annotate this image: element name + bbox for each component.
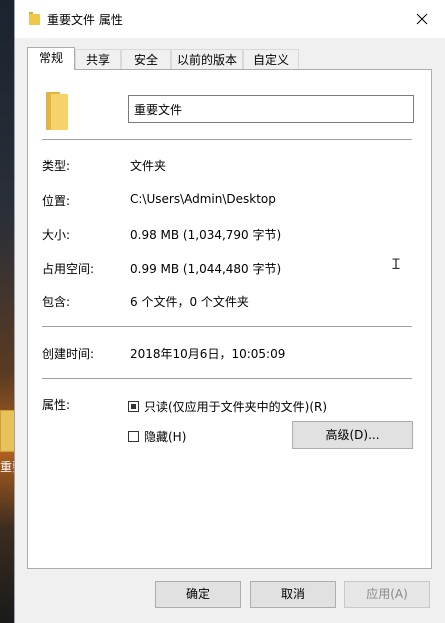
created-label: 创建时间: [42,347,95,361]
size-on-disk-label: 占用空间: [42,262,95,276]
folder-icon [46,92,68,130]
size-label: 大小: [42,228,71,242]
ok-button[interactable]: 确定 [155,581,241,608]
tab-previous-versions[interactable]: 以前的版本 [171,49,243,69]
type-label: 类型: [42,159,71,173]
size-value: 0.98 MB (1,034,790 字节) [130,228,282,242]
created-value: 2018年10月6日，10:05:09 [130,347,286,361]
hidden-checkbox[interactable] [128,431,139,442]
apply-button[interactable]: 应用(A) [344,581,430,608]
contains-label: 包含: [42,295,71,309]
advanced-button[interactable]: 高级(D)... [292,421,413,449]
tab-security[interactable]: 安全 [121,49,171,69]
location-value: C:\Users\Admin\Desktop [130,192,276,206]
readonly-label[interactable]: 只读(仅应用于文件夹中的文件)(R) [144,398,327,415]
hidden-label[interactable]: 隐藏(H) [144,428,186,445]
readonly-checkbox[interactable] [128,401,139,412]
close-icon [416,13,428,25]
tab-customize[interactable]: 自定义 [243,49,299,69]
divider [42,378,412,379]
location-label: 位置: [42,194,71,208]
tab-general[interactable]: 常规 [27,47,75,70]
general-panel: 类型: 文件夹 位置: C:\Users\Admin\Desktop 大小: 0… [27,69,432,569]
folder-name-input[interactable] [128,95,414,123]
window-title: 重要文件 属性 [47,13,123,27]
text-cursor-icon: Ｉ [389,257,403,273]
type-value: 文件夹 [130,159,167,173]
attributes-label: 属性: [42,398,71,412]
divider [42,326,412,327]
folder-icon [29,12,40,25]
size-on-disk-value: 0.99 MB (1,044,480 字节) [130,262,282,276]
close-button[interactable] [399,0,445,38]
contains-value: 6 个文件，0 个文件夹 [130,295,249,309]
title-bar[interactable]: 重要文件 属性 [15,0,445,38]
divider [42,139,412,140]
cancel-button[interactable]: 取消 [250,581,336,608]
tab-sharing[interactable]: 共享 [75,49,121,69]
properties-dialog: 重要文件 属性 常规 共享 安全 以前的版本 自定义 类型: 文件夹 位置: C… [14,0,445,623]
